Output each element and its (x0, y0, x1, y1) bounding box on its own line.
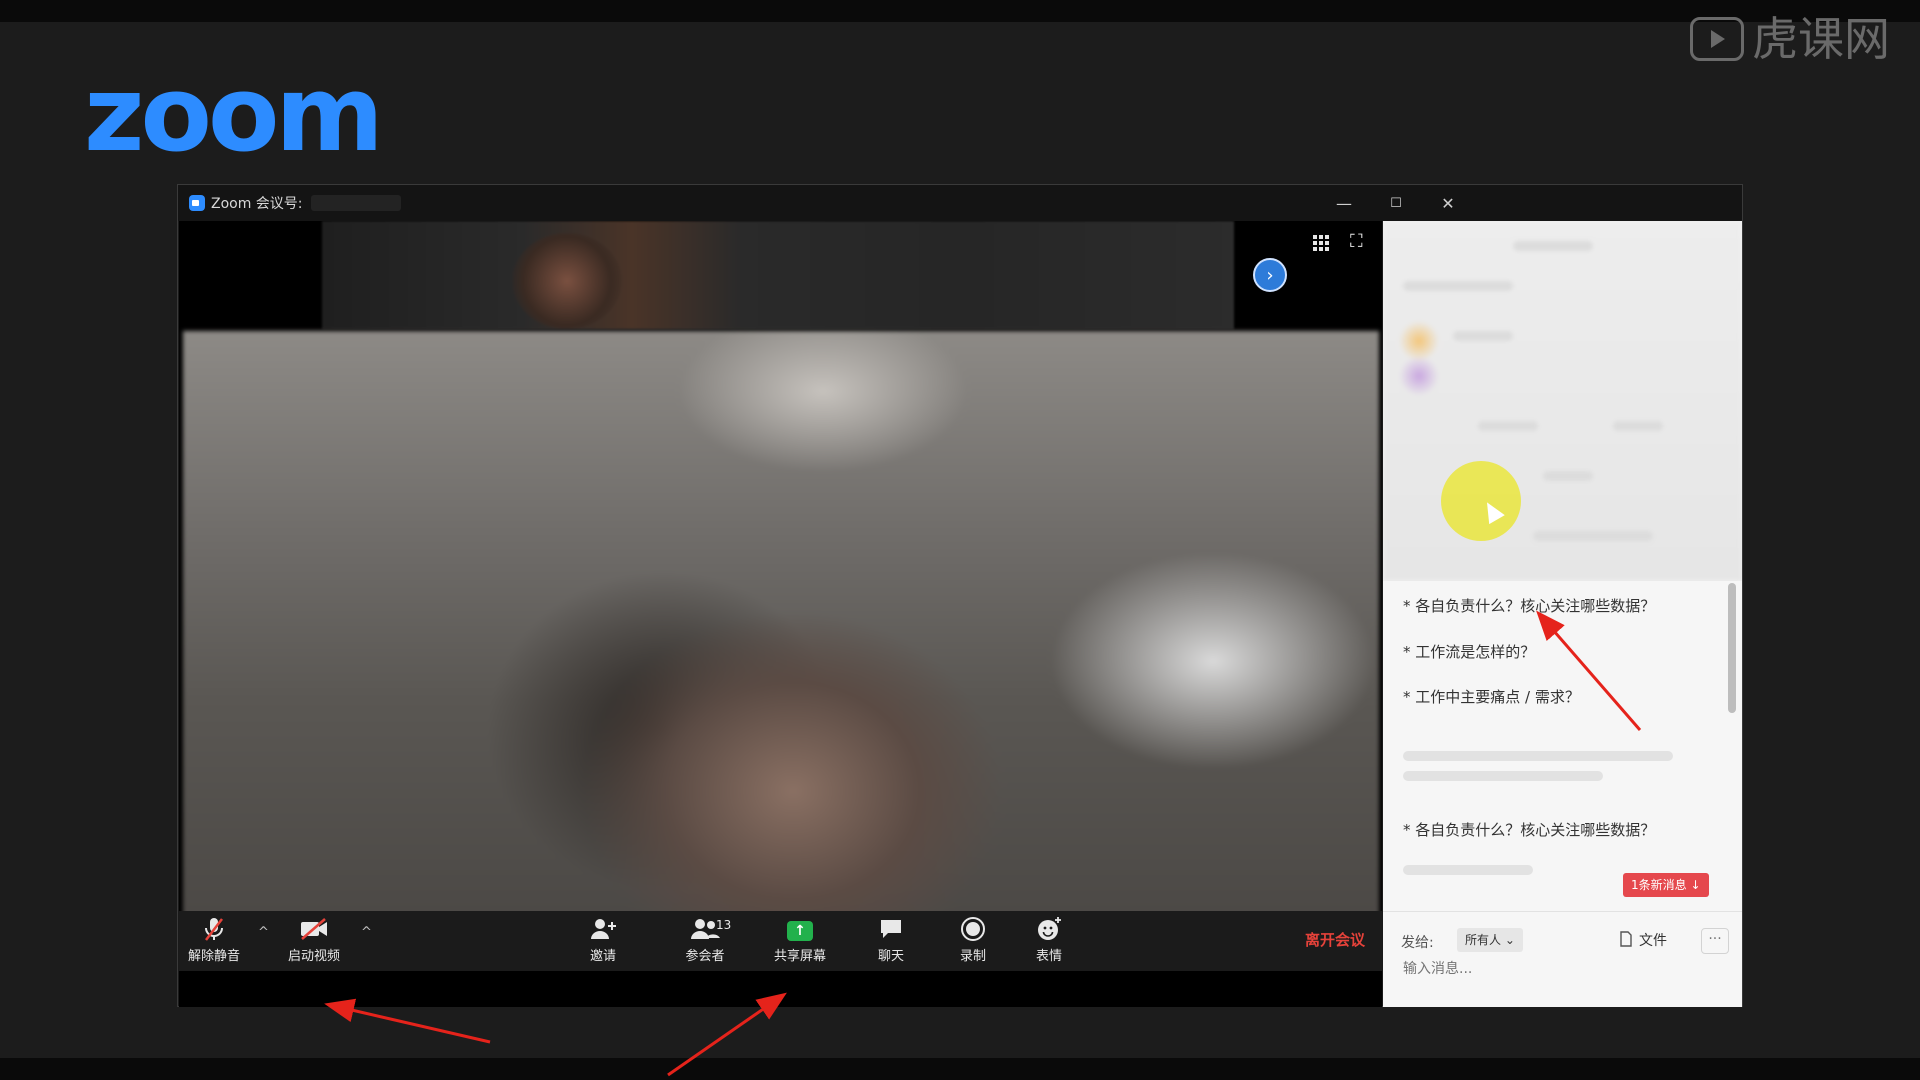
chat-footer: 发给: 所有人 ⌄ 文件 ··· (1383, 911, 1742, 1007)
maximize-button[interactable]: ☐ (1370, 185, 1422, 221)
file-icon (1620, 931, 1632, 947)
watermark: 虎课网 (1690, 16, 1890, 62)
microphone-muted-icon (179, 915, 249, 943)
invite-label: 邀请 (589, 949, 616, 964)
gallery-view-icon[interactable] (1313, 235, 1329, 251)
video-off-icon (279, 915, 349, 943)
chat-history-blurred (1383, 221, 1742, 581)
chat-message-input[interactable] (1401, 960, 1725, 978)
start-video-button[interactable]: 启动视频 (279, 915, 349, 964)
participants-button[interactable]: 13 参会者 (670, 915, 740, 964)
fullscreen-icon[interactable]: ⛶ (1350, 233, 1368, 251)
unmute-button[interactable]: 解除静音 (179, 915, 249, 964)
participants-icon: 13 (670, 915, 740, 943)
minimize-button[interactable]: — (1318, 185, 1370, 221)
watermark-text: 虎课网 (1752, 12, 1890, 66)
file-label: 文件 (1639, 933, 1667, 949)
audio-options-caret[interactable]: ^ (258, 925, 269, 940)
chat-message: * 各自负责什么？核心关注哪些数据？ (1403, 821, 1656, 839)
cursor-highlight (1441, 461, 1521, 541)
add-user-icon (568, 915, 638, 943)
window-title: Zoom 会议号: (211, 196, 303, 212)
gallery-strip (322, 221, 1234, 329)
recipient-dropdown[interactable]: 所有人 ⌄ (1457, 928, 1523, 952)
zoom-app-icon (189, 195, 205, 211)
participants-label: 参会者 (685, 949, 725, 964)
start-video-label: 启动视频 (287, 949, 340, 964)
meeting-id-redacted (310, 195, 401, 211)
chat-button[interactable]: 聊天 (856, 915, 926, 964)
reactions-label: 表情 (1035, 949, 1062, 964)
blurred-message (1403, 865, 1533, 875)
chat-message-list: * 各自负责什么？核心关注哪些数据？ * 工作流是怎样的？ * 工作中主要痛点 … (1383, 581, 1742, 911)
reactions-button[interactable]: 表情 (1014, 915, 1084, 964)
record-label: 录制 (959, 949, 986, 964)
new-message-button[interactable]: 1条新消息 ↓ (1623, 873, 1709, 897)
play-icon (1690, 17, 1744, 61)
chat-scrollbar[interactable] (1728, 583, 1736, 713)
screen-bottom-bar (0, 1058, 1920, 1080)
next-page-button[interactable]: › (1253, 258, 1287, 292)
participants-count: 13 (716, 918, 732, 932)
chat-message: * 工作流是怎样的？ (1403, 643, 1536, 661)
share-screen-label: 共享屏幕 (773, 949, 826, 964)
video-options-caret[interactable]: ^ (361, 925, 372, 940)
blurred-message (1403, 771, 1603, 781)
annotation-arrow (324, 998, 491, 1044)
leave-meeting-button[interactable]: 离开会议 (1305, 929, 1365, 950)
participant-thumbnail (512, 233, 622, 329)
title-bar: Zoom 会议号: — ☐ ✕ (178, 185, 1742, 221)
chat-panel: * 各自负责什么？核心关注哪些数据？ * 工作流是怎样的？ * 工作中主要痛点 … (1383, 221, 1742, 1007)
chat-message: * 工作中主要痛点 / 需求？ (1403, 688, 1580, 706)
invite-button[interactable]: 邀请 (568, 915, 638, 964)
video-area: › ⛶ (179, 221, 1382, 1007)
share-screen-icon: ↑ (787, 921, 813, 941)
zoom-logo: zoom (84, 53, 384, 175)
share-screen-button[interactable]: ↑ 共享屏幕 (765, 915, 835, 964)
screen-top-bar (0, 0, 1920, 22)
chat-message: * 各自负责什么？核心关注哪些数据？ (1403, 597, 1656, 615)
record-icon (938, 915, 1008, 943)
close-button[interactable]: ✕ (1422, 185, 1474, 221)
zoom-meeting-window: Zoom 会议号: — ☐ ✕ › ⛶ 解除静音 ^ 启动视频 ^ 邀请 13 … (177, 184, 1743, 1007)
file-button[interactable]: 文件 (1619, 930, 1667, 950)
record-button[interactable]: 录制 (938, 915, 1008, 964)
more-options-button[interactable]: ··· (1701, 928, 1729, 954)
meeting-toolbar: 解除静音 ^ 启动视频 ^ 邀请 13 参会者 ↑ 共享屏幕 聊天 录制 表情 … (179, 911, 1382, 971)
blurred-message (1403, 751, 1673, 761)
unmute-label: 解除静音 (187, 949, 240, 964)
chat-label: 聊天 (877, 949, 904, 964)
emoji-icon (1014, 915, 1084, 943)
main-speaker-video (183, 331, 1379, 947)
send-to-label: 发给: (1401, 935, 1434, 951)
chat-icon (856, 915, 926, 943)
